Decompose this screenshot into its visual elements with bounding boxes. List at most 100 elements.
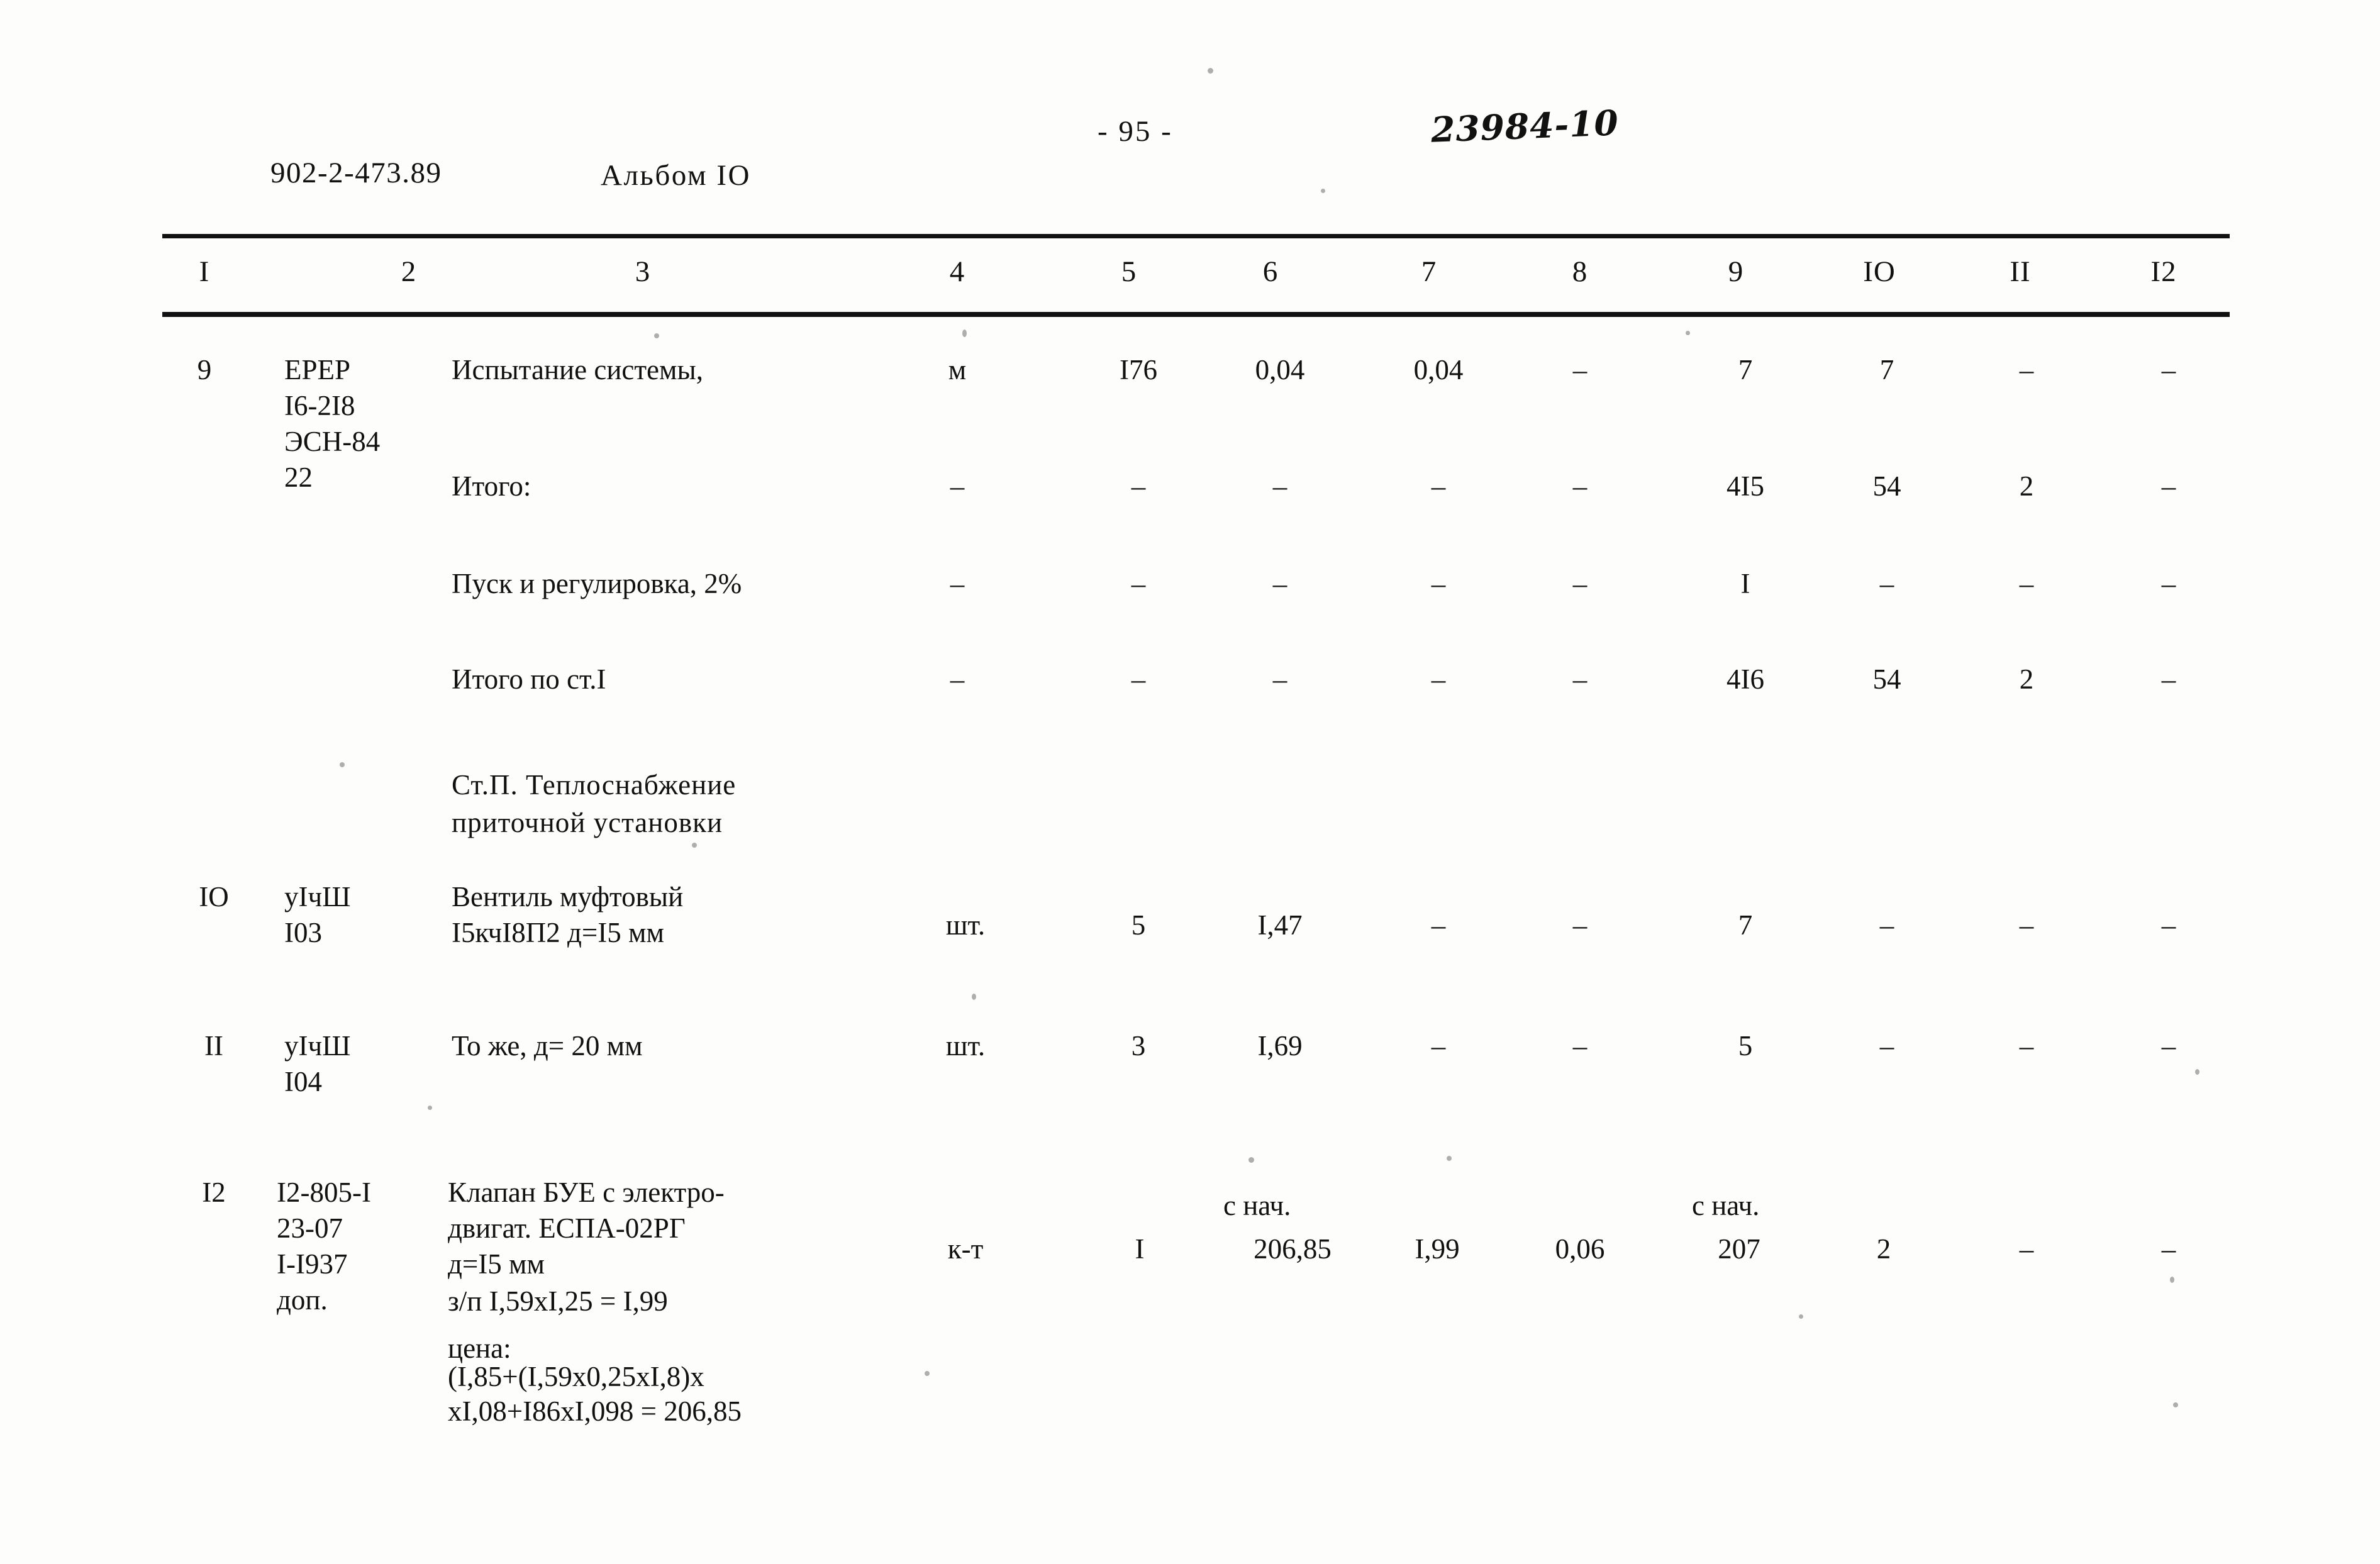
table-row: 7 (1879, 354, 1894, 385)
table-row: – (1572, 354, 1588, 385)
scan-speckle (972, 994, 976, 1000)
table-row: 4I6 (1727, 663, 1764, 695)
table-row: Клапан БУЕ с электро- двигат. ЕСПА-02РГ … (448, 1177, 725, 1280)
table-row: 5 (1738, 1030, 1753, 1062)
table-row: II (204, 1030, 223, 1062)
table-row: 7 (1738, 354, 1753, 385)
table-row: – (1431, 909, 1446, 941)
table-row: I2-805-I 23-07 I-I937 доп. (277, 1177, 371, 1316)
table-row: 9 (197, 354, 212, 385)
table-row: I,69 (1257, 1030, 1303, 1062)
table-row: – (1572, 663, 1588, 695)
table-row: 0,04 (1255, 354, 1305, 385)
table-row: шт. (945, 1030, 986, 1062)
table-row: уIчШ I04 (284, 1030, 351, 1097)
table-row: – (2019, 1233, 2034, 1265)
table-row: – (1272, 568, 1287, 599)
table-row: 2 (2019, 470, 2034, 502)
calc-price-line-2: хI,08+I86хI,098 = 206,85 (448, 1395, 742, 1427)
table-row: I,99 (1415, 1233, 1460, 1265)
table-row: – (1879, 909, 1894, 941)
scan-speckle (2173, 1402, 2178, 1407)
table-row: – (2161, 470, 2176, 502)
table-row: – (1272, 470, 1287, 502)
table-row: I,47 (1257, 909, 1303, 941)
scan-speckle (1321, 189, 1325, 193)
table-row: – (950, 663, 965, 695)
calc-price-line-1: (I,85+(I,59х0,25хI,8)х (448, 1361, 704, 1392)
table-row: – (1879, 1030, 1894, 1062)
table-row: – (2161, 568, 2176, 599)
scan-speckle (925, 1371, 930, 1376)
table-row: 54 (1872, 663, 1901, 695)
col-header-2: 2 (401, 255, 417, 288)
table-row: – (1572, 470, 1588, 502)
col-header-3: 3 (635, 255, 651, 288)
table-row: – (1431, 1030, 1446, 1062)
table-row: 4I5 (1727, 470, 1764, 502)
table-row: I (1135, 1233, 1145, 1265)
scan-speckle (2195, 1069, 2199, 1075)
table-row: – (1572, 1030, 1588, 1062)
table-row: м (948, 354, 967, 385)
col-header-4: 4 (949, 255, 965, 288)
table-row: То же, д= 20 мм (452, 1030, 643, 1062)
scanned-page: 902-2-473.89 Альбом IO - 95 - 23984-10 I… (0, 0, 2380, 1564)
scan-speckle (1248, 1157, 1254, 1163)
table-row: 0,04 (1413, 354, 1464, 385)
table-row: I76 (1120, 354, 1157, 385)
col-header-9: 9 (1728, 255, 1744, 288)
table-row: – (1572, 568, 1588, 599)
col-header-7: 7 (1421, 255, 1437, 288)
col-header-1: I (199, 255, 210, 288)
table-row: Пуск и регулировка, 2% (452, 568, 742, 599)
scan-speckle (1208, 68, 1213, 74)
table-row: – (2019, 568, 2034, 599)
table-row: 2 (1876, 1233, 1891, 1265)
table-row: ЕРЕР I6-2I8 ЭСН-84 22 (284, 354, 381, 493)
scan-speckle (692, 843, 697, 848)
estimate-table: I 2 3 4 5 6 7 8 9 IO II I2 9 ЕРЕР I6-2I8… (0, 0, 2380, 1564)
scan-speckle (1447, 1156, 1452, 1161)
table-row: 7 (1738, 909, 1753, 941)
scan-speckle (1799, 1314, 1803, 1319)
table-row: – (2161, 909, 2176, 941)
col-header-6: 6 (1262, 255, 1279, 288)
table-row: – (2019, 1030, 2034, 1062)
scan-speckle (962, 330, 967, 337)
table-row: I (1740, 568, 1750, 599)
table-row: 207 (1718, 1233, 1760, 1265)
col-header-8: 8 (1572, 255, 1588, 288)
col-header-10: IO (1863, 255, 1896, 288)
scan-speckle (2170, 1277, 2174, 1283)
table-row: – (2019, 909, 2034, 941)
note-s-nach-col6: с нач. (1223, 1190, 1291, 1221)
table-row: – (1272, 663, 1287, 695)
calc-salary-line: з/п I,59хI,25 = I,99 (448, 1285, 668, 1317)
table-row: – (2161, 1233, 2176, 1265)
table-row: 2 (2019, 663, 2034, 695)
table-row: – (950, 470, 965, 502)
table-row: Испытание системы, (452, 354, 703, 385)
table-row: IO (199, 881, 229, 912)
table-row: к-т (947, 1233, 984, 1265)
table-row: – (1131, 470, 1146, 502)
table-row: – (1431, 663, 1446, 695)
table-row: – (1431, 470, 1446, 502)
table-row: – (1131, 663, 1146, 695)
table-row: Итого: (452, 470, 531, 502)
section-heading: Ст.П. Теплоснабжение приточной установки (452, 769, 737, 838)
col-header-5: 5 (1121, 255, 1137, 288)
table-row: – (1572, 909, 1588, 941)
table-row: шт. (945, 909, 986, 941)
table-row: 5 (1131, 909, 1146, 941)
table-row: – (1879, 568, 1894, 599)
scan-speckle (1686, 331, 1690, 335)
table-row: – (2161, 663, 2176, 695)
table-row: – (2019, 354, 2034, 385)
table-row: – (1431, 568, 1446, 599)
table-row: уIчШ I03 (284, 881, 351, 948)
col-header-12: I2 (2150, 255, 2177, 288)
table-row: – (2161, 1030, 2176, 1062)
scan-speckle (654, 333, 659, 338)
